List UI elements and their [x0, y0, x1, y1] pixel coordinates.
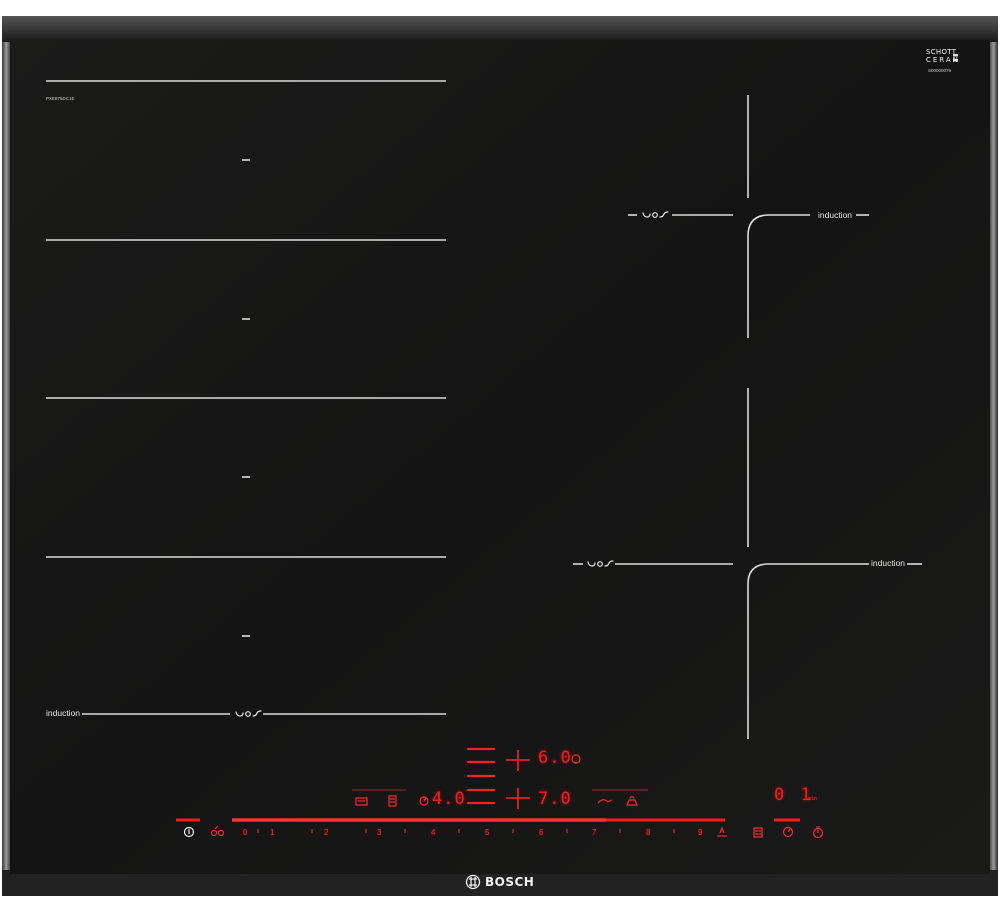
glass-brand-line-2: CERAN	[926, 56, 960, 64]
zone-label-left: induction	[46, 708, 81, 718]
slider-level-0[interactable]: 0	[243, 828, 247, 837]
slider-level-6[interactable]: 6	[539, 828, 543, 837]
zone-power-display-top: 6.0	[538, 748, 572, 768]
brand-logo-text: BOSCH	[485, 875, 535, 889]
zone-label-right-bottom: induction	[871, 558, 906, 568]
zone-power-display-left: 4.0	[432, 789, 466, 809]
slider-level-8[interactable]: 8	[646, 828, 650, 837]
glass-brand-line-1: SCHOTT	[926, 48, 957, 56]
slider-level-4[interactable]: 4	[431, 828, 435, 837]
timer-unit: min	[808, 796, 818, 802]
slider-level-5[interactable]: 5	[485, 828, 489, 837]
slider-level-2[interactable]: 2	[324, 828, 328, 837]
slider-level-3[interactable]: 3	[377, 828, 381, 837]
frame-left-edge	[2, 16, 11, 896]
serial-small: S00000079	[928, 68, 952, 73]
zone-label-right-top: induction	[818, 210, 853, 220]
slider-level-7[interactable]: 7	[592, 828, 596, 837]
zone-power-display-mid: 7.0	[538, 789, 572, 809]
slider-level-1[interactable]: 1	[270, 828, 274, 837]
frame-top-edge	[2, 16, 998, 42]
model-code: PXE875DC1E	[46, 96, 75, 101]
frame-right-edge	[989, 16, 998, 896]
cooktop	[2, 16, 998, 896]
glass-surface	[10, 40, 990, 874]
slider-level-9[interactable]: 9	[698, 828, 702, 837]
